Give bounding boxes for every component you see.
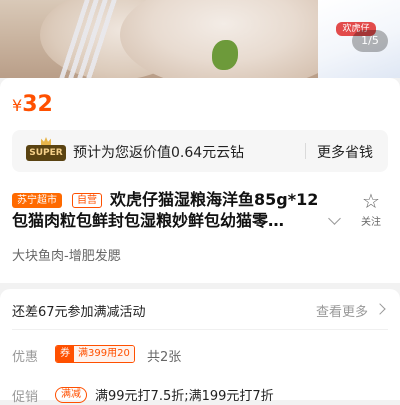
promotion-row-label: 促销 [12,390,39,405]
coupon-row-label: 优惠 [12,350,39,365]
favorite-label: 关注 [361,217,381,228]
garnish-image [212,40,238,70]
favorite-button[interactable]: ☆ 关注 [358,191,384,228]
more-savings-link[interactable]: 更多省钱 [317,142,373,162]
store-tag: 苏宁超市 [12,193,62,208]
product-title-line-2: 包猫肉粒包鲜封包湿粮妙鲜包幼猫零… [12,211,285,230]
product-title-line-1: 欢虎仔猫湿粮海洋鱼85g*12 [110,190,319,209]
threshold-promo-text: 还差67元参加满减活动 [12,305,146,320]
self-operated-tag: 自营 [72,193,102,208]
coupon-count: 共2张 [147,350,182,365]
gallery-page-indicator: 1/5 [352,30,388,52]
coupon-value: 满399用20 [74,346,134,362]
coupon-tag: 券 [56,346,74,362]
cashback-text: 预计为您返价值0.64元云钻 [73,145,245,161]
price-currency: ¥ [12,96,23,115]
discount-tag: 满减 [55,387,87,403]
product-subtitle: 大块鱼肉-增肥发腮 [12,249,121,264]
cashback-divider [305,143,306,159]
star-outline-icon: ☆ [362,189,380,213]
product-price: ¥32 [12,92,53,117]
view-more-link[interactable]: 查看更多 [316,301,368,320]
discount-rule-text: 满99元打7.5折;满199元打7折 [95,389,274,404]
food-image-main [120,0,350,78]
coupon-chip[interactable]: 券 满399用20 [55,345,135,363]
super-badge: SUPER [26,145,66,161]
product-image-gallery[interactable]: 欢虎仔 1/5 [0,0,400,78]
price-value: 32 [22,92,53,117]
divider [12,329,388,330]
